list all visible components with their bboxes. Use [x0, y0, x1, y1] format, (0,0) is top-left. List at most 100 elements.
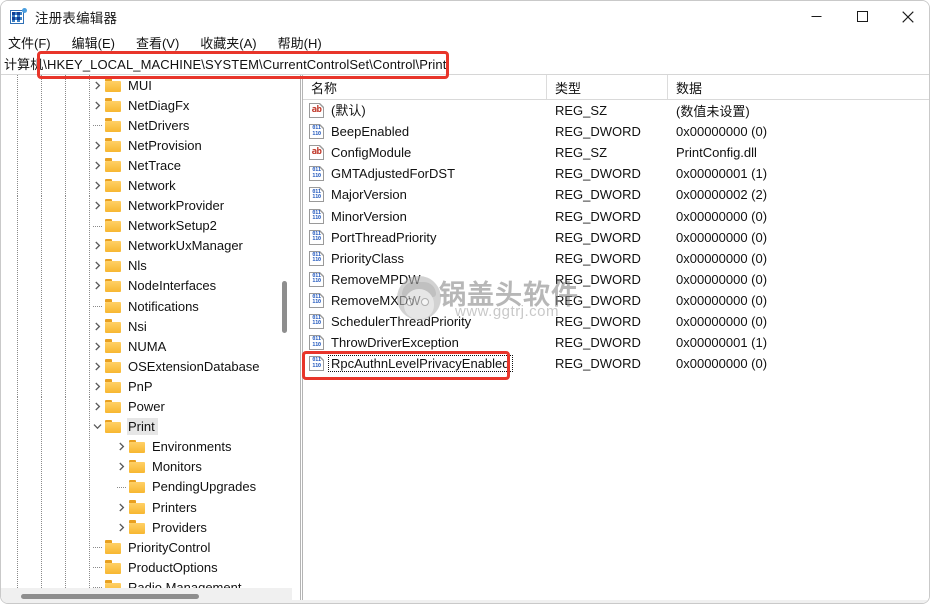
minimize-button[interactable]: [793, 1, 839, 32]
tree-node[interactable]: Print: [1, 416, 283, 437]
tree-node[interactable]: PnP: [1, 376, 283, 397]
tree-leaf-connector: [89, 557, 105, 577]
chevron-right-icon[interactable]: [89, 196, 105, 216]
chevron-right-icon[interactable]: [113, 497, 129, 517]
tree-node[interactable]: Nls: [1, 255, 283, 276]
tree-guide-line: [65, 577, 66, 588]
tree-node-label: PendingUpgrades: [152, 479, 257, 495]
registry-value-row[interactable]: 011 110 BeepEnabled REG_DWORD 0x00000000 (0): [303, 121, 929, 142]
registry-value-row[interactable]: ab ConfigModule REG_SZ PrintConfig.dll: [303, 142, 929, 163]
registry-value-row[interactable]: 011 110 RpcAuthnLevelPrivacyEnabled REG_DWO…: [303, 353, 929, 374]
chevron-right-icon[interactable]: [89, 276, 105, 296]
chevron-right-icon[interactable]: [89, 356, 105, 376]
tree-node[interactable]: NetDiagFx: [1, 95, 283, 116]
chevron-right-icon[interactable]: [89, 256, 105, 276]
chevron-right-icon[interactable]: [89, 336, 105, 356]
close-button[interactable]: [885, 1, 929, 32]
tree-horizontal-scroll-thumb[interactable]: [21, 594, 199, 599]
tree-guide-line: [65, 296, 66, 317]
tree-leaf-connector: [89, 577, 105, 588]
tree-node[interactable]: ProductOptions: [1, 557, 283, 578]
tree-guide-line: [17, 376, 18, 397]
tree-node-label: NetDiagFx: [128, 97, 190, 113]
menu-file[interactable]: 文件(F): [8, 33, 60, 52]
chevron-right-icon[interactable]: [89, 135, 105, 155]
value-name-label: GMTAdjustedForDST: [331, 166, 456, 182]
tree-node[interactable]: NetDrivers: [1, 115, 283, 136]
registry-value-row[interactable]: 011 110 MinorVersion REG_DWORD 0x00000000 (0…: [303, 205, 929, 226]
registry-values-list: ab (默认) REG_SZ (数值未设置) 011 110 BeepEnabled REG_…: [303, 100, 929, 374]
chevron-right-icon[interactable]: [113, 457, 129, 477]
chevron-right-icon[interactable]: [89, 75, 105, 95]
tree-node[interactable]: NodeInterfaces: [1, 275, 283, 297]
tree-node[interactable]: Power: [1, 396, 283, 417]
tree-node[interactable]: OSExtensionDatabase: [1, 356, 283, 377]
menu-view[interactable]: 查看(V): [136, 33, 188, 52]
column-header-data[interactable]: 数据: [668, 75, 929, 99]
registry-value-row[interactable]: 011 110 PriorityClass REG_DWORD 0x00000000 (…: [303, 248, 929, 269]
chevron-right-icon[interactable]: [89, 397, 105, 417]
tree-guide-line: [17, 416, 18, 437]
registry-value-row[interactable]: 011 110 ThrowDriverException REG_DWORD 0x000…: [303, 332, 929, 353]
tree-node[interactable]: Network: [1, 175, 283, 196]
tree-node[interactable]: PendingUpgrades: [1, 476, 283, 497]
tree-node[interactable]: PriorityControl: [1, 537, 283, 558]
tree-guide-line: [41, 195, 42, 216]
chevron-right-icon[interactable]: [89, 155, 105, 175]
chevron-down-icon[interactable]: [89, 417, 105, 437]
tree-node[interactable]: MUI: [1, 75, 283, 96]
tree-guide-line: [17, 356, 18, 377]
chevron-right-icon[interactable]: [89, 176, 105, 196]
tree-node[interactable]: NetworkSetup2: [1, 215, 283, 236]
tree-guide-line: [65, 356, 66, 377]
tree-guide-line: [17, 436, 18, 457]
registry-value-row[interactable]: 011 110 SchedulerThreadPriority REG_DWORD 0x…: [303, 311, 929, 332]
address-bar[interactable]: 计算机\HKEY_LOCAL_MACHINE\SYSTEM\CurrentCon…: [1, 53, 929, 75]
column-header-type[interactable]: 类型: [547, 75, 668, 99]
menu-favorites[interactable]: 收藏夹(A): [200, 33, 265, 52]
chevron-right-icon[interactable]: [89, 236, 105, 256]
folder-icon: [105, 78, 122, 92]
tree-node[interactable]: Nsi: [1, 316, 283, 337]
tree-guide-line: [89, 517, 90, 538]
chevron-right-icon[interactable]: [113, 517, 129, 537]
tree-node[interactable]: NUMA: [1, 336, 283, 357]
registry-value-row[interactable]: 011 110 RemoveMXDW REG_DWORD 0x00000000 (0): [303, 290, 929, 311]
tree-node[interactable]: Providers: [1, 517, 283, 538]
tree-guide-line: [41, 396, 42, 417]
tree-node[interactable]: Printers: [1, 496, 283, 518]
registry-value-row[interactable]: 011 110 GMTAdjustedForDST REG_DWORD 0x000000…: [303, 163, 929, 184]
tree-node[interactable]: NetworkProvider: [1, 195, 283, 216]
tree-node[interactable]: NetProvision: [1, 135, 283, 156]
value-name-cell: 011 110 RemoveMXDW: [303, 290, 547, 311]
chevron-right-icon[interactable]: [113, 437, 129, 457]
folder-icon: [105, 339, 122, 353]
folder-icon: [105, 238, 122, 253]
tree-node[interactable]: Notifications: [1, 296, 283, 317]
tree-node[interactable]: NetworkUxManager: [1, 235, 283, 256]
column-header-name[interactable]: 名称: [303, 75, 547, 99]
tree-node[interactable]: Monitors: [1, 456, 283, 477]
tree-vertical-scroll-thumb[interactable]: [282, 281, 287, 333]
menu-help[interactable]: 帮助(H): [278, 33, 331, 52]
tree-node[interactable]: NetTrace: [1, 155, 283, 176]
menu-edit[interactable]: 编辑(E): [72, 33, 124, 52]
registry-value-row[interactable]: 011 110 MajorVersion REG_DWORD 0x00000002 (2…: [303, 184, 929, 205]
value-name-cell: ab (默认): [303, 100, 547, 121]
tree-node-label: Printers: [152, 499, 197, 515]
maximize-button[interactable]: [839, 1, 885, 32]
registry-value-row[interactable]: 011 110 PortThreadPriority REG_DWORD 0x00000…: [303, 227, 929, 248]
chevron-right-icon[interactable]: [89, 95, 105, 115]
chevron-right-icon[interactable]: [89, 316, 105, 336]
folder-icon: [129, 520, 146, 534]
tree-node-label: Radio Management: [128, 579, 242, 588]
tree-vertical-scrollbar[interactable]: [280, 75, 289, 588]
registry-value-row[interactable]: 011 110 RemoveMPDW REG_DWORD 0x00000000 (0): [303, 269, 929, 290]
tree-node[interactable]: Environments: [1, 436, 283, 457]
registry-value-row[interactable]: ab (默认) REG_SZ (数值未设置): [303, 100, 929, 121]
chevron-right-icon[interactable]: [89, 376, 105, 396]
tree-node[interactable]: Radio Management: [1, 577, 283, 588]
